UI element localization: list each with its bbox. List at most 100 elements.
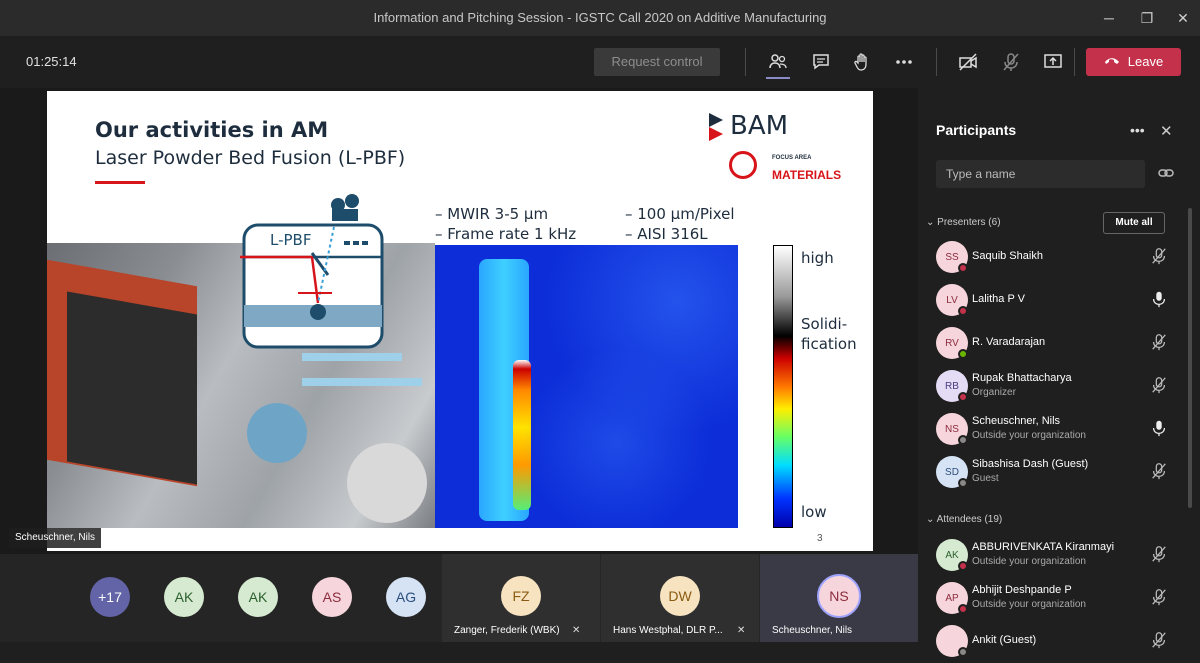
mute-all-button[interactable]: Mute all xyxy=(1103,212,1165,234)
thermography-image xyxy=(435,245,738,528)
participant-row[interactable]: SD Sibashisa Dash (Guest) Guest xyxy=(918,450,1184,494)
mic-muted-icon[interactable] xyxy=(1150,631,1170,651)
participant-name: Scheuschner, Nils xyxy=(972,415,1061,427)
mic-muted-icon: ✕ xyxy=(572,625,581,636)
participant-name: Saquib Shaikh xyxy=(972,250,1043,262)
tile-avatar: FZ xyxy=(501,576,541,616)
close-icon[interactable]: ✕ xyxy=(1168,6,1198,30)
focus-area-label: FOCUS AREA xyxy=(772,155,812,161)
panel-scrollbar[interactable] xyxy=(1188,208,1192,508)
spec-item: – 100 µm/Pixel xyxy=(625,205,735,223)
link-icon[interactable] xyxy=(1158,166,1174,184)
minimize-icon[interactable]: ─ xyxy=(1094,6,1124,30)
presentation-slide: Our activities in AM Laser Powder Bed Fu… xyxy=(47,91,873,551)
raise-hand-icon[interactable] xyxy=(848,48,876,76)
participant-avatar[interactable]: AK xyxy=(238,577,278,617)
window-title: Information and Pitching Session - IGSTC… xyxy=(373,10,827,25)
bam-logo-icon xyxy=(707,111,727,150)
camera-off-icon[interactable] xyxy=(954,48,982,76)
participant-name: ABBURIVENKATA Kiranmayi xyxy=(972,541,1115,553)
materials-badge-icon xyxy=(729,151,757,179)
mic-icon[interactable] xyxy=(1150,419,1170,439)
video-tile[interactable]: DW Hans Westphal, DLR P... ✕ xyxy=(601,554,759,642)
request-control-button[interactable]: Request control xyxy=(594,48,720,76)
leave-button[interactable]: Leave xyxy=(1086,48,1181,76)
participant-avatar[interactable]: AG xyxy=(386,577,426,617)
video-tile-active-speaker[interactable]: NS Scheuschner, Nils xyxy=(760,554,918,642)
participant-role: Outside your organization xyxy=(972,599,1086,610)
phone-hangup-icon xyxy=(1104,48,1120,76)
presence-status-icon xyxy=(958,263,968,273)
mic-muted-icon[interactable] xyxy=(1150,247,1170,267)
meeting-timer: 01:25:14 xyxy=(26,54,77,69)
participant-avatar[interactable]: AS xyxy=(312,577,352,617)
presence-status-icon xyxy=(958,306,968,316)
mic-icon[interactable] xyxy=(1150,290,1170,310)
colorbar xyxy=(773,245,793,528)
close-icon[interactable]: ✕ xyxy=(1160,122,1173,140)
participant-role: Guest xyxy=(972,473,999,484)
participant-row[interactable]: Ankit (Guest) xyxy=(918,619,1184,663)
participant-name: Rupak Bhattacharya xyxy=(972,372,1072,384)
tile-avatar: DW xyxy=(660,576,700,616)
participants-panel: Participants ••• ✕ Type a name ⌄ Present… xyxy=(918,88,1200,657)
participant-row[interactable]: RB Rupak Bhattacharya Organizer xyxy=(918,364,1184,408)
participant-name: R. Varadarajan xyxy=(972,336,1046,348)
tile-name: Hans Westphal, DLR P... xyxy=(613,625,723,636)
mic-muted-icon[interactable] xyxy=(1150,545,1170,565)
presence-status-icon xyxy=(958,435,968,445)
lpbf-diagram: L-PBF xyxy=(240,187,390,352)
colorbar-mid-label-2: fication xyxy=(801,335,857,353)
mic-muted-icon[interactable] xyxy=(997,48,1025,76)
bam-logo-text: BAM xyxy=(730,111,789,141)
participant-role: Outside your organization xyxy=(972,430,1086,441)
toolbar-divider xyxy=(936,48,937,76)
slide-subtitle: Laser Powder Bed Fusion (L-PBF) xyxy=(95,147,406,169)
presence-status-icon xyxy=(958,349,968,359)
slide-page-number: 3 xyxy=(817,533,823,544)
mic-muted-icon[interactable] xyxy=(1150,376,1170,396)
mic-muted-icon: ✕ xyxy=(737,625,746,636)
presence-status-icon xyxy=(958,604,968,614)
video-tile[interactable]: FZ Zanger, Frederik (WBK) ✕ xyxy=(442,554,600,642)
participant-row[interactable]: AK ABBURIVENKATA Kiranmayi Outside your or… xyxy=(918,533,1184,577)
mic-muted-icon[interactable] xyxy=(1150,462,1170,482)
participant-row[interactable]: RV R. Varadarajan xyxy=(918,321,1184,365)
participant-name: Lalitha P V xyxy=(972,293,1026,305)
presence-status-icon xyxy=(958,478,968,488)
presence-status-icon xyxy=(958,647,968,657)
restore-icon[interactable]: ❐ xyxy=(1132,6,1162,30)
overflow-participants-button[interactable]: +17 xyxy=(90,577,130,617)
participant-search-input[interactable]: Type a name xyxy=(936,160,1145,188)
presenter-name-tag: Scheuschner, Nils xyxy=(9,528,102,548)
colorbar-high-label: high xyxy=(801,249,834,267)
chevron-down-icon: ⌄ xyxy=(926,514,935,525)
mic-muted-icon[interactable] xyxy=(1150,588,1170,608)
colorbar-mid-label-1: Solidi- xyxy=(801,315,848,333)
spec-item: – MWIR 3-5 µm xyxy=(435,205,549,223)
more-options-icon[interactable]: ••• xyxy=(1130,122,1145,138)
chat-icon[interactable] xyxy=(807,48,835,76)
participant-row[interactable]: AP Abhijit Deshpande P Outside your organi… xyxy=(918,576,1184,620)
participant-row[interactable]: NS Scheuschner, Nils Outside your organiza… xyxy=(918,407,1184,451)
participant-name: Ankit (Guest) xyxy=(972,634,1037,646)
title-bar: Information and Pitching Session - IGSTC… xyxy=(0,0,1200,36)
mic-muted-icon[interactable] xyxy=(1150,333,1170,353)
participant-row[interactable]: LV Lalitha P V xyxy=(918,278,1184,322)
participant-avatar[interactable]: AK xyxy=(164,577,204,617)
panel-title: Participants xyxy=(936,122,1017,138)
toolbar-divider xyxy=(1074,48,1075,76)
more-options-icon[interactable] xyxy=(890,48,918,76)
materials-label: MATERIALS xyxy=(772,168,842,182)
slide-title: Our activities in AM xyxy=(95,118,329,142)
participants-icon[interactable] xyxy=(764,48,792,76)
meeting-toolbar: 01:25:14 Request control Leave xyxy=(0,36,1200,88)
attendees-section-header[interactable]: ⌄ Attendees (19) xyxy=(926,514,1002,525)
presenters-section-header[interactable]: ⌄ Presenters (6) xyxy=(926,217,1001,228)
participant-row[interactable]: SS Saquib Shaikh xyxy=(918,235,1184,279)
participant-name: Abhijit Deshpande P xyxy=(972,584,1072,596)
presenters-label: Presenters (6) xyxy=(937,217,1001,228)
spec-item: – Frame rate 1 kHz xyxy=(435,225,577,243)
share-screen-icon[interactable] xyxy=(1039,48,1067,76)
presence-status-icon xyxy=(958,392,968,402)
